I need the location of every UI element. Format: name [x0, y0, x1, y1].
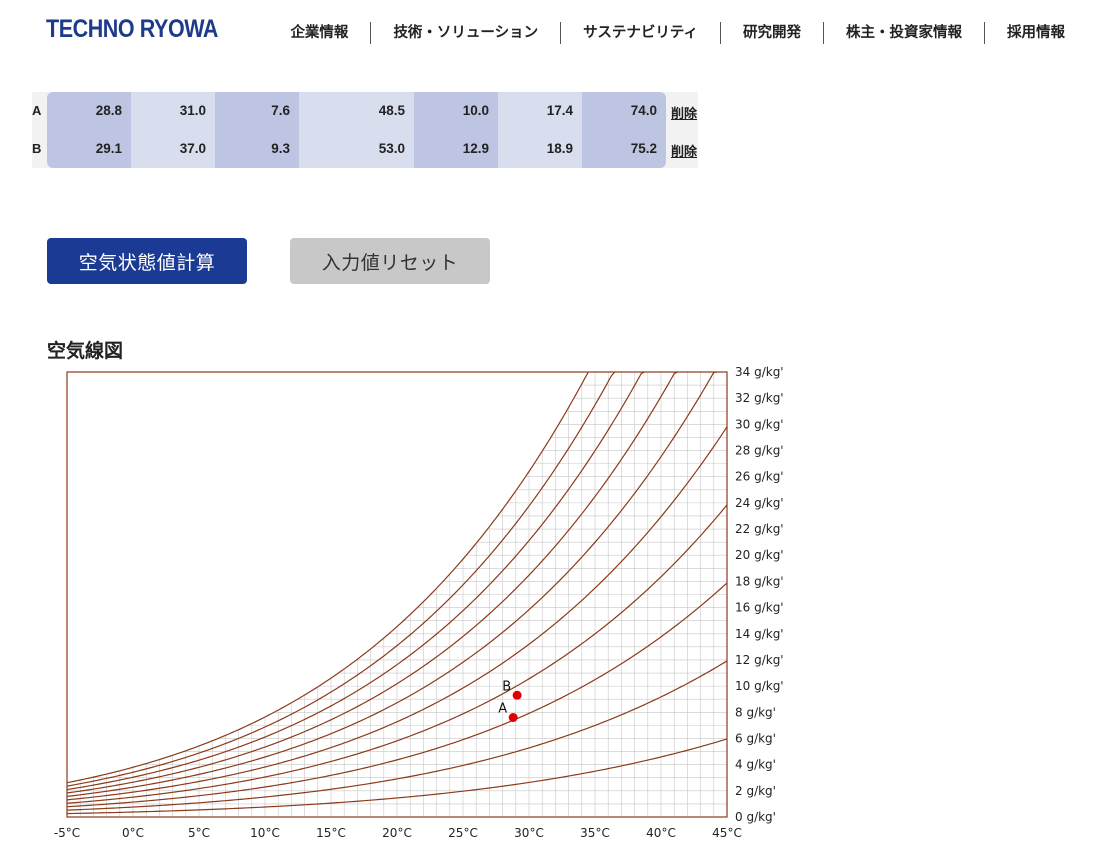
company-logo[interactable]: TECHNO RYOWA [46, 15, 218, 44]
x-tick-label: 10°C [250, 826, 280, 840]
data-point-a [508, 713, 518, 723]
nav-item-company[interactable]: 企業情報 [268, 22, 370, 44]
y-tick-label: 16 g/kg' [735, 601, 784, 615]
nav-item-sustainability[interactable]: サステナビリティ [560, 22, 720, 44]
table-cell: 74.0 [582, 92, 666, 130]
x-tick-label: 20°C [382, 826, 412, 840]
x-tick-label: 35°C [580, 826, 610, 840]
table-cell: 18.9 [498, 130, 582, 168]
table-cell: 31.0 [131, 92, 215, 130]
table-cell: 48.5 [299, 92, 414, 130]
table-cell: 17.4 [498, 92, 582, 130]
y-tick-label: 18 g/kg' [735, 574, 784, 588]
y-tick-label: 20 g/kg' [735, 548, 784, 562]
y-tick-label: 24 g/kg' [735, 496, 784, 510]
row-label-b: B [32, 141, 42, 156]
delete-row-a-link[interactable]: 削除 [671, 103, 697, 122]
nav-item-research[interactable]: 研究開発 [720, 22, 823, 44]
table-cell: 75.2 [582, 130, 666, 168]
x-tick-label: -5°C [54, 826, 80, 840]
table-cell: 12.9 [414, 130, 498, 168]
x-tick-label: 15°C [316, 826, 346, 840]
y-tick-label: 10 g/kg' [735, 679, 784, 693]
nav-item-investors[interactable]: 株主・投資家情報 [823, 22, 984, 44]
psychrometric-chart: -5°C 0°C 5°C 10°C 15°C 20°C 25°C 30°C 35°C 40°C 45… [54, 365, 784, 840]
x-tick-label: 5°C [188, 826, 210, 840]
y-tick-label: 26 g/kg' [735, 470, 784, 484]
y-tick-label: 14 g/kg' [735, 627, 784, 641]
table-cell: 37.0 [131, 130, 215, 168]
y-tick-label: 34 g/kg' [735, 365, 784, 379]
data-point-b [512, 690, 522, 700]
calculate-button[interactable]: 空気状態値計算 [47, 238, 247, 284]
x-tick-label: 45°C [712, 826, 742, 840]
table-cell: 53.0 [299, 130, 414, 168]
table-cell: 10.0 [414, 92, 498, 130]
y-tick-label: 4 g/kg' [735, 758, 776, 772]
x-tick-label: 25°C [448, 826, 478, 840]
main-nav: 企業情報 技術・ソリューション サステナビリティ 研究開発 株主・投資家情報 採… [268, 22, 1065, 44]
y-tick-label: 6 g/kg' [735, 731, 776, 745]
y-tick-label: 8 g/kg' [735, 705, 776, 719]
x-tick-label: 40°C [646, 826, 676, 840]
nav-item-solutions[interactable]: 技術・ソリューション [370, 22, 560, 44]
y-tick-label: 22 g/kg' [735, 522, 784, 536]
y-tick-label: 2 g/kg' [735, 784, 776, 798]
row-label-a: A [32, 103, 42, 118]
table-cells: 28.8 31.0 7.6 48.5 10.0 17.4 74.0 29.1 37.0 9.3 53… [47, 92, 666, 168]
results-table: A B 28.8 31.0 7.6 48.5 10.0 17.4 74.0 29.1 37.0 9… [32, 92, 698, 168]
x-tick-label: 30°C [514, 826, 544, 840]
y-tick-label: 28 g/kg' [735, 444, 784, 458]
table-cell: 9.3 [215, 130, 299, 168]
y-tick-label: 0 g/kg' [735, 810, 776, 824]
y-tick-label: 12 g/kg' [735, 653, 784, 667]
data-point-label-a: A [498, 702, 507, 717]
site-header: TECHNO RYOWA 企業情報 技術・ソリューション サステナビリティ 研究… [0, 0, 1095, 70]
reset-button[interactable]: 入力値リセット [290, 238, 490, 284]
y-tick-label: 30 g/kg' [735, 417, 784, 431]
nav-item-recruit[interactable]: 採用情報 [984, 22, 1065, 44]
table-cell: 29.1 [47, 130, 131, 168]
y-tick-label: 32 g/kg' [735, 391, 784, 405]
delete-row-b-link[interactable]: 削除 [671, 141, 697, 160]
data-point-label-b: B [502, 679, 511, 694]
x-tick-label: 0°C [122, 826, 144, 840]
table-cell: 28.8 [47, 92, 131, 130]
table-cell: 7.6 [215, 92, 299, 130]
